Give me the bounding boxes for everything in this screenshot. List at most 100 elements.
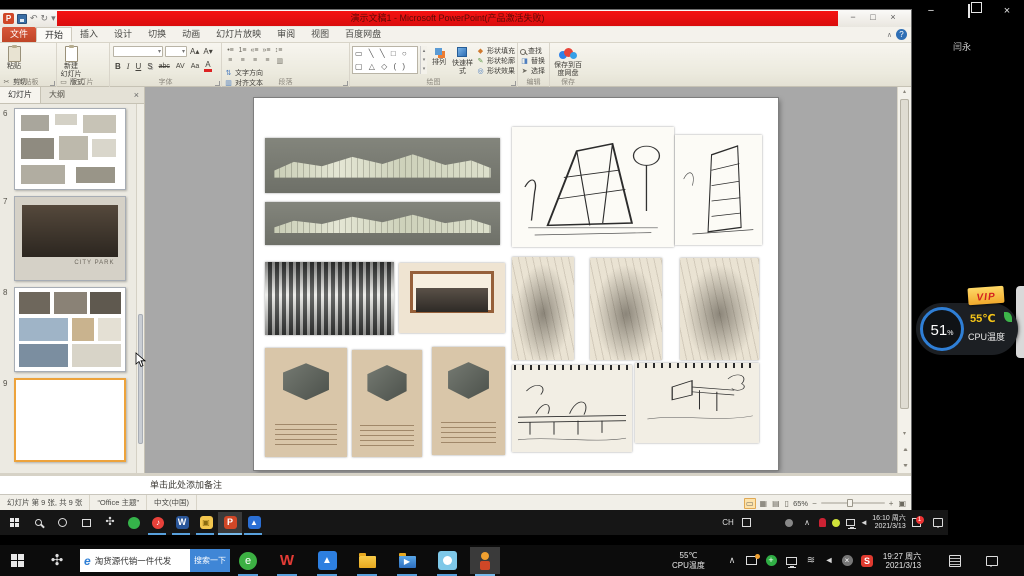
zoom-slider[interactable] bbox=[821, 502, 885, 504]
tab-home[interactable]: 开始 bbox=[36, 27, 72, 42]
host-wps-icon[interactable]: W bbox=[272, 547, 302, 574]
fit-to-window-button[interactable]: ▣ bbox=[897, 499, 907, 508]
help-icon[interactable]: ? bbox=[896, 29, 907, 40]
qat-caret-icon[interactable]: ▾ bbox=[51, 12, 56, 25]
bullets-icon[interactable]: •≡ bbox=[226, 47, 235, 54]
align-right-icon[interactable]: ≡ bbox=[251, 57, 259, 65]
photo-pen-sketch-tower[interactable] bbox=[675, 135, 762, 245]
justify-icon[interactable]: ≡ bbox=[263, 57, 271, 65]
remote-tray-dot-icon[interactable] bbox=[829, 512, 843, 533]
underline-button[interactable]: U bbox=[134, 61, 142, 72]
text-direction-button[interactable]: ⇅文字方向 bbox=[224, 70, 286, 78]
font-color-button[interactable]: A bbox=[204, 60, 211, 72]
photo-street-sketch-1[interactable] bbox=[512, 257, 574, 360]
photo-street-sketch-2[interactable] bbox=[590, 258, 662, 360]
tab-animations[interactable]: 动画 bbox=[174, 27, 208, 42]
ppt-maximize-button[interactable]: □ bbox=[863, 11, 883, 24]
tab-view[interactable]: 视图 bbox=[303, 27, 337, 42]
remote-blue-app-icon[interactable]: ▲ bbox=[242, 512, 266, 533]
host-ime-panel-icon[interactable] bbox=[945, 547, 965, 574]
remote-ime-indicator[interactable]: CH bbox=[718, 512, 738, 533]
font-dialog-launcher[interactable] bbox=[215, 81, 220, 86]
slide-canvas[interactable] bbox=[254, 98, 778, 470]
bold-button[interactable]: B bbox=[114, 61, 122, 72]
numbering-icon[interactable]: 1≡ bbox=[238, 47, 247, 54]
viewer-restore-button[interactable] bbox=[958, 4, 980, 18]
slide-thumbnail-6[interactable] bbox=[14, 108, 126, 190]
scroll-up-icon[interactable]: ▴ bbox=[898, 87, 911, 97]
align-left-icon[interactable]: ≡ bbox=[226, 57, 234, 65]
shape-effects-button[interactable]: ◎形状效果 bbox=[476, 68, 515, 76]
tab-slideshow[interactable]: 幻灯片放映 bbox=[208, 27, 269, 42]
editing-canvas[interactable] bbox=[145, 87, 897, 473]
new-slide-button[interactable]: 新建幻灯片 bbox=[59, 45, 83, 77]
tab-insert[interactable]: 插入 bbox=[72, 27, 106, 42]
ppt-minimize-button[interactable]: − bbox=[843, 11, 863, 24]
remote-search-icon[interactable] bbox=[26, 512, 50, 533]
tab-transitions[interactable]: 切换 bbox=[140, 27, 174, 42]
host-tray-wifi-icon[interactable]: ≋ bbox=[802, 547, 820, 574]
slide-thumbnail-9[interactable] bbox=[14, 378, 126, 462]
zoom-in-button[interactable]: + bbox=[888, 499, 895, 508]
shapes-scroll[interactable]: ▴▾▾ bbox=[420, 46, 427, 74]
photo-sketchbook-page-1[interactable] bbox=[265, 348, 347, 457]
quick-styles-button[interactable]: 快速样式 bbox=[451, 45, 474, 76]
cpu-temperature-widget[interactable]: VIP 51% 55℃ CPU温度 bbox=[916, 303, 1018, 355]
tab-file[interactable]: 文件 bbox=[2, 27, 36, 42]
host-tray-caret-icon[interactable]: ∧ bbox=[724, 547, 740, 574]
host-tray-gpu-icon[interactable] bbox=[782, 547, 800, 574]
photo-elevation-sketch-2[interactable] bbox=[265, 202, 500, 245]
host-file-explorer-icon[interactable] bbox=[352, 547, 382, 574]
font-family-select[interactable] bbox=[113, 46, 163, 57]
columns-icon[interactable]: ▥ bbox=[276, 57, 284, 65]
photo-louver-facade[interactable] bbox=[265, 262, 394, 335]
shape-fill-button[interactable]: ◆形状填充 bbox=[476, 48, 515, 56]
paragraph-dialog-launcher[interactable] bbox=[343, 81, 348, 86]
view-reading-button[interactable]: ▤ bbox=[771, 499, 781, 508]
paste-button[interactable]: 粘贴 bbox=[2, 45, 26, 77]
remote-green-app-icon[interactable] bbox=[122, 512, 146, 533]
ribbon-collapse-icon[interactable]: ∧ bbox=[887, 31, 892, 39]
taskbar-search-box[interactable]: e 淘货源代销一件代发 搜索一下 bbox=[80, 549, 230, 572]
search-go-button[interactable]: 搜索一下 bbox=[190, 549, 230, 572]
remote-powerpoint-icon[interactable]: P bbox=[218, 512, 242, 533]
find-button[interactable]: 查找 bbox=[520, 48, 545, 56]
replace-button[interactable]: ◨替换 bbox=[520, 58, 545, 66]
viewer-close-button[interactable]: × bbox=[996, 4, 1018, 18]
strikethrough-button[interactable]: abc bbox=[158, 61, 171, 72]
arrange-button[interactable]: 排列 bbox=[429, 45, 449, 76]
remote-tray-monitor-icon[interactable] bbox=[843, 512, 857, 533]
viewer-minimize-button[interactable]: − bbox=[920, 4, 942, 18]
remote-music-app-icon[interactable]: ♪ bbox=[146, 512, 170, 533]
host-action-center-icon[interactable] bbox=[982, 547, 1002, 574]
photo-pen-sketch-building[interactable] bbox=[512, 127, 674, 247]
redo-icon[interactable]: ↻ bbox=[41, 12, 49, 25]
font-size-select[interactable] bbox=[165, 46, 187, 57]
host-baby-app-icon[interactable] bbox=[432, 547, 462, 574]
host-mountain-app-icon[interactable]: ▲ bbox=[312, 547, 342, 574]
ppt-close-button[interactable]: × bbox=[883, 11, 903, 24]
panel-close-icon[interactable]: × bbox=[129, 87, 144, 103]
decrease-indent-icon[interactable]: «≡ bbox=[250, 47, 259, 54]
change-case-button[interactable]: Aa bbox=[190, 61, 201, 72]
save-to-netdisk-button[interactable]: 保存到百度网盘 bbox=[552, 48, 584, 78]
remote-ime-icon[interactable] bbox=[738, 512, 754, 533]
tab-design[interactable]: 设计 bbox=[106, 27, 140, 42]
previous-slide-button[interactable]: ▴▴ bbox=[898, 445, 911, 455]
ppt-titlebar[interactable]: P ↶ ↻ ▾ 演示文稿1 - Microsoft PowerPoint(产品激… bbox=[0, 10, 911, 27]
photo-street-sketch-3[interactable] bbox=[680, 258, 759, 360]
line-spacing-icon[interactable]: ↕≡ bbox=[274, 47, 283, 54]
remote-clock[interactable]: 16:10 周六2021/3/13 bbox=[869, 512, 909, 533]
host-tray-green-plus-icon[interactable]: + bbox=[762, 547, 780, 574]
slide-thumbnail-8[interactable] bbox=[14, 287, 126, 372]
photo-elevation-sketch-1[interactable] bbox=[265, 138, 500, 193]
panel-scrollbar-thumb[interactable] bbox=[138, 314, 143, 444]
panel-scrollbar[interactable] bbox=[136, 104, 144, 473]
panel-tab-slides[interactable]: 幻灯片 bbox=[0, 87, 41, 103]
remote-cortana-icon[interactable] bbox=[50, 512, 74, 533]
save-icon[interactable] bbox=[17, 14, 27, 24]
remote-start-button[interactable] bbox=[2, 512, 26, 533]
zoom-slider-thumb[interactable] bbox=[847, 499, 853, 507]
remote-tray-person-icon[interactable] bbox=[815, 512, 829, 533]
align-center-icon[interactable]: ≡ bbox=[238, 57, 246, 65]
